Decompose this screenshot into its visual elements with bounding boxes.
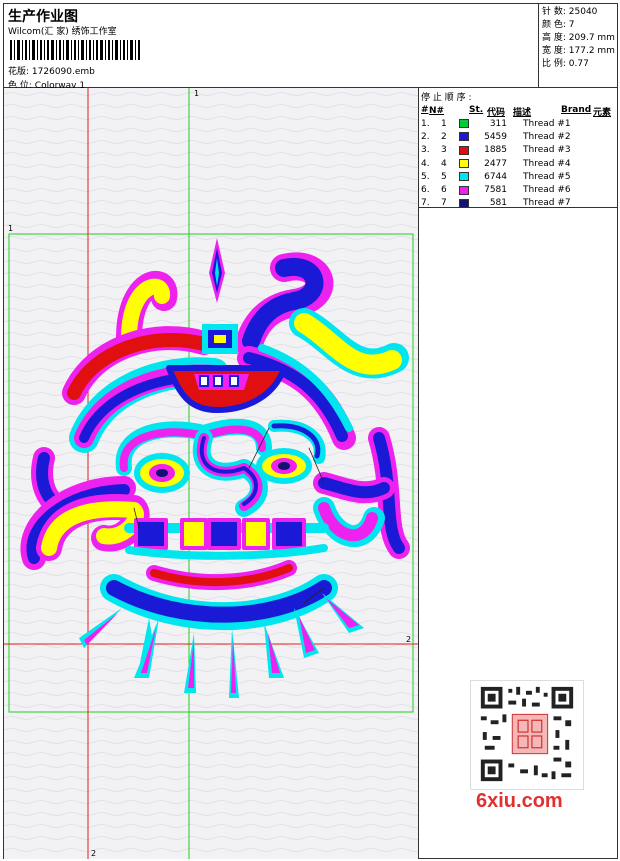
thread-description: Thread #2 — [523, 131, 571, 142]
thread-code: 5459 — [484, 131, 507, 142]
embroidery-preview: 1 1 2 2 — [4, 88, 418, 859]
thread-color-swatch — [459, 145, 469, 155]
thread-number: 6 — [441, 185, 447, 196]
thread-stop-sequence: 停 止 顺 序 : # N# St. 代码 描述 Brand 元素 1. 1 311… — [419, 88, 618, 208]
thread-color-swatch — [459, 172, 469, 182]
site-watermark-logo[interactable]: 6xiu.com — [476, 790, 563, 813]
thread-stop-number: 4. — [421, 158, 430, 169]
stat-height: 高 度: 209.7 mm — [542, 33, 615, 43]
col-element: 元素 — [593, 108, 612, 118]
col-brand: Brand — [561, 105, 592, 115]
col-code: 代码 — [487, 108, 506, 118]
stat-width: 宽 度: 177.2 mm — [542, 46, 615, 56]
header-panel: 生产作业图 Wilcom(汇 家) 绣饰工作室 花版: 1726090.emb … — [4, 4, 539, 91]
thread-code: 581 — [489, 198, 507, 209]
page-title: 生产作业图 — [8, 9, 78, 25]
thread-table-header: # N# St. 代码 描述 Brand 元素 — [421, 105, 616, 118]
thread-code: 1885 — [484, 145, 507, 156]
thread-stop-number: 3. — [421, 145, 430, 156]
thread-number: 2 — [441, 131, 447, 142]
thread-code: 311 — [489, 118, 507, 129]
pattern-label: 花版: — [8, 67, 30, 77]
stat-stitches: 针 数: 25040 — [542, 7, 598, 17]
guide-label-top: 1 — [194, 89, 199, 98]
thread-color-swatch — [459, 159, 469, 169]
thread-table-body: 1. 1 311 Thread #1 2. 2 5459 Thread #2 3. 3 1885 Th… — [421, 117, 616, 210]
thread-row[interactable]: 7. 7 581 Thread #7 — [421, 197, 616, 210]
thread-number: 3 — [441, 145, 447, 156]
stats-panel: 针 数: 25040 颜 色: 7 高 度: 209.7 mm 宽 度: 177… — [539, 4, 618, 88]
thread-stop-number: 1. — [421, 118, 430, 129]
thread-description: Thread #1 — [523, 118, 571, 129]
thread-row[interactable]: 5. 5 6744 Thread #5 — [421, 170, 616, 183]
thread-description: Thread #5 — [523, 171, 571, 182]
thread-description: Thread #7 — [523, 198, 571, 209]
design-canvas[interactable]: 1 1 2 2 — [4, 88, 419, 859]
guide-label-left: 1 — [8, 224, 13, 233]
pattern-file: 花版: 1726090.emb — [8, 64, 95, 77]
thread-row[interactable]: 6. 6 7581 Thread #6 — [421, 183, 616, 196]
thread-row[interactable]: 4. 4 2477 Thread #4 — [421, 157, 616, 170]
thread-table-title: 停 止 顺 序 : — [421, 93, 472, 103]
thread-row[interactable]: 1. 1 311 Thread #1 — [421, 117, 616, 130]
thread-number: 4 — [441, 158, 447, 169]
thread-row[interactable]: 2. 2 5459 Thread #2 — [421, 130, 616, 143]
stat-colors: 颜 色: 7 — [542, 20, 575, 30]
col-n: N# — [429, 106, 445, 116]
thread-stop-number: 2. — [421, 131, 430, 142]
col-st: St. — [469, 105, 484, 115]
thread-color-swatch — [459, 198, 469, 208]
thread-color-swatch — [459, 119, 469, 129]
thread-description: Thread #4 — [523, 158, 571, 169]
thread-row[interactable]: 3. 3 1885 Thread #3 — [421, 144, 616, 157]
studio-name: Wilcom(汇 家) 绣饰工作室 — [8, 27, 117, 37]
thread-code: 7581 — [484, 185, 507, 196]
stat-scale: 比 例: 0.77 — [542, 59, 589, 69]
thread-color-swatch — [459, 185, 469, 195]
guide-label-right: 2 — [406, 635, 411, 644]
thread-code: 6744 — [484, 171, 507, 182]
pattern-value: 1726090.emb — [31, 67, 95, 77]
thread-number: 5 — [441, 171, 447, 182]
thread-code: 2477 — [484, 158, 507, 169]
thread-stop-number: 6. — [421, 185, 430, 196]
thread-color-swatch — [459, 132, 469, 142]
thread-number: 1 — [441, 118, 447, 129]
thread-stop-number: 5. — [421, 171, 430, 182]
thread-stop-number: 7. — [421, 198, 430, 209]
barcode-icon — [10, 40, 140, 60]
thread-number: 7 — [441, 198, 447, 209]
thread-description: Thread #3 — [523, 145, 571, 156]
qr-code-icon — [470, 680, 584, 790]
col-desc: 描述 — [513, 108, 532, 118]
thread-description: Thread #6 — [523, 185, 571, 196]
guide-label-bottom: 2 — [91, 849, 96, 858]
